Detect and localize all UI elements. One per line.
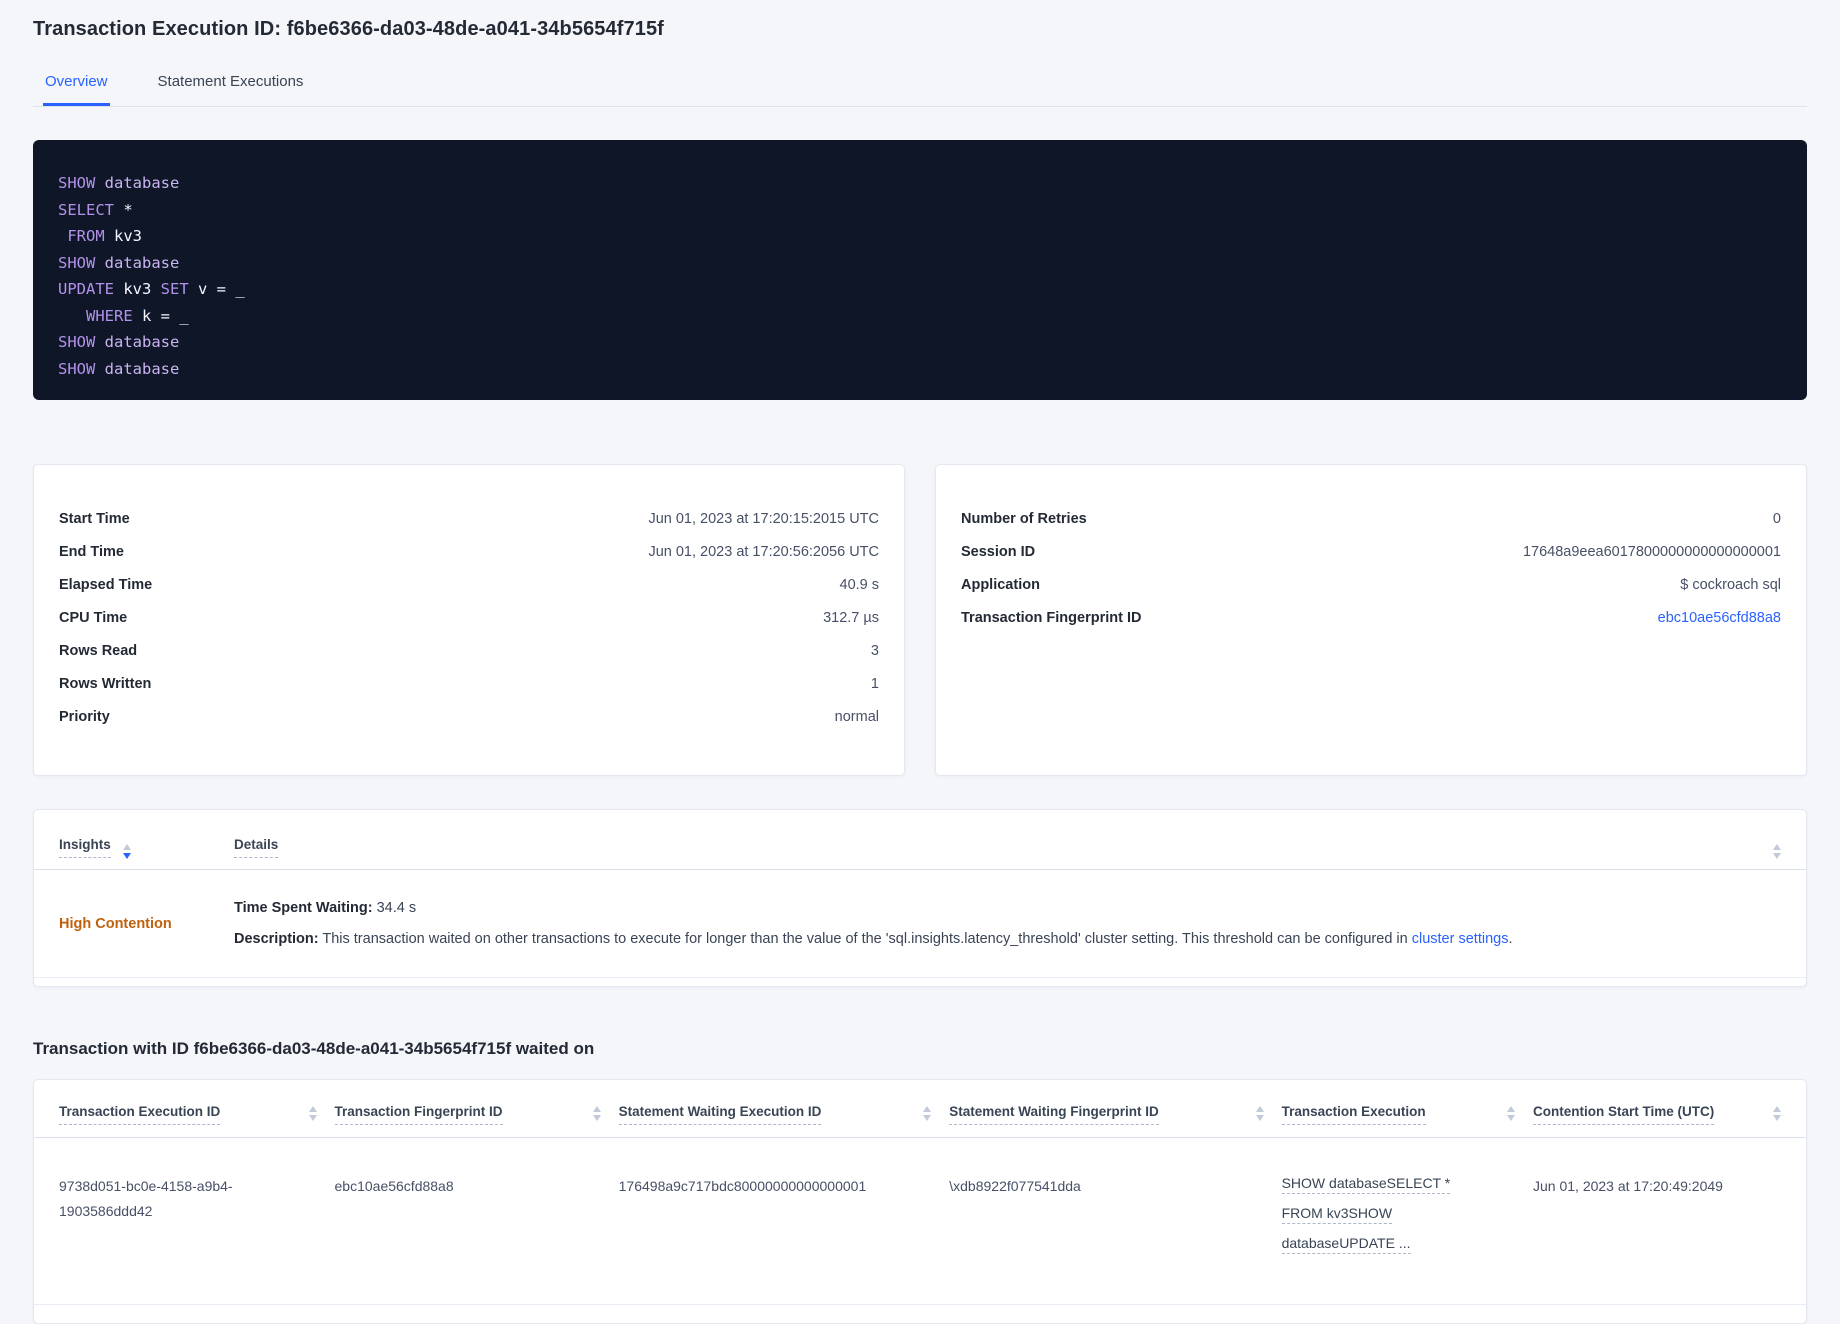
summary-label: Elapsed Time xyxy=(59,576,153,593)
summary-label: Priority xyxy=(59,708,110,725)
summary-value: 17648a9eea6017800000000000000001 xyxy=(1522,543,1781,560)
summary-value: normal xyxy=(834,708,879,725)
insights-column-header[interactable]: Insights xyxy=(59,836,234,859)
cell-statement-waiting-fingerprint-id: \xdb8922f077541dda xyxy=(949,1178,1081,1194)
summary-value: Jun 01, 2023 at 17:20:15:2015 UTC xyxy=(648,510,879,527)
column-header-transaction-execution-id[interactable]: Transaction Execution ID xyxy=(59,1104,335,1137)
waited-on-row: 9738d051-bc0e-4158-a9b4-1903586ddd42 ebc… xyxy=(34,1138,1806,1305)
sort-icon[interactable] xyxy=(122,844,131,859)
summary-value: $ cockroach sql xyxy=(1680,576,1781,593)
insights-table: Insights Details High Contention Time Sp… xyxy=(33,809,1807,987)
summary-label: End Time xyxy=(59,543,124,560)
insight-details: Time Spent Waiting: 34.4 s Description: … xyxy=(234,898,1781,949)
sort-icon[interactable] xyxy=(1255,1106,1264,1121)
cell-transaction-execution-id: 9738d051-bc0e-4158-a9b4-1903586ddd42 xyxy=(59,1178,233,1219)
insights-row: High Contention Time Spent Waiting: 34.4… xyxy=(34,870,1806,978)
summary-row-session-id: Session ID 17648a9eea6017800000000000000… xyxy=(961,535,1781,568)
sql-code-line: SHOW database xyxy=(58,359,180,378)
summary-card-right: Number of Retries 0 Session ID 17648a9ee… xyxy=(935,464,1807,776)
sql-code-line: UPDATE kv3 SET v = _ xyxy=(58,280,245,298)
summary-row-application: Application $ cockroach sql xyxy=(961,568,1781,601)
summary-value: 0 xyxy=(1772,510,1781,527)
summary-value: 312.7 µs xyxy=(823,609,879,626)
summary-row-retries: Number of Retries 0 xyxy=(961,502,1781,535)
waited-on-table: Transaction Execution ID Transaction Fin… xyxy=(33,1079,1807,1324)
sql-code-line: WHERE k = _ xyxy=(86,306,189,325)
sort-icon[interactable] xyxy=(1772,1106,1781,1121)
sql-code-line: FROM kv3 xyxy=(67,227,142,245)
sort-icon[interactable] xyxy=(1773,844,1781,859)
sort-icon[interactable] xyxy=(592,1106,601,1121)
waited-on-heading: Transaction with ID f6be6366-da03-48de-a… xyxy=(33,1039,595,1058)
tab-statement-executions[interactable]: Statement Executions xyxy=(156,65,306,106)
sql-code-line: SELECT * xyxy=(58,200,133,219)
cell-statement-waiting-execution-id: 176498a9c717bdc80000000000000001 xyxy=(618,1178,867,1194)
summary-row-transaction-fingerprint-id: Transaction Fingerprint ID ebc10ae56cfd8… xyxy=(961,601,1781,634)
page-title: Transaction Execution ID: f6be6366-da03-… xyxy=(33,18,664,40)
transaction-execution-page: Transaction Execution ID: f6be6366-da03-… xyxy=(0,0,1840,1324)
summary-label: Start Time xyxy=(59,510,130,527)
sql-code-line: SHOW database xyxy=(58,253,180,272)
column-header-transaction-fingerprint-id[interactable]: Transaction Fingerprint ID xyxy=(334,1104,619,1137)
sql-code-line: SHOW database xyxy=(58,174,180,192)
sort-icon[interactable] xyxy=(308,1106,317,1121)
insights-header-label: Insights xyxy=(59,837,111,858)
tab-overview[interactable]: Overview xyxy=(43,65,110,106)
sql-code-line: SHOW database xyxy=(58,333,180,351)
transaction-fingerprint-link[interactable]: ebc10ae56cfd88a8 xyxy=(1658,610,1781,626)
time-spent-waiting: Time Spent Waiting: 34.4 s xyxy=(234,900,417,916)
insight-description: Description: This transaction waited on … xyxy=(234,931,1513,947)
summary-row-start-time: Start Time Jun 01, 2023 at 17:20:15:2015… xyxy=(59,502,879,535)
cell-contention-start-time: Jun 01, 2023 at 17:20:49:2049 xyxy=(1533,1178,1723,1194)
summary-label: Transaction Fingerprint ID xyxy=(961,609,1142,626)
summary-row-rows-read: Rows Read 3 xyxy=(59,634,879,667)
cell-transaction-fingerprint-id: ebc10ae56cfd88a8 xyxy=(334,1178,454,1194)
insights-table-header: Insights Details xyxy=(34,810,1806,870)
summary-row-cpu-time: CPU Time 312.7 µs xyxy=(59,601,879,634)
summary-label: CPU Time xyxy=(59,609,128,626)
column-header-contention-start-time[interactable]: Contention Start Time (UTC) xyxy=(1533,1104,1781,1137)
summary-value: 3 xyxy=(870,642,879,659)
sql-code: SHOW database SELECT * FROM kv3 SHOW datab… xyxy=(58,170,1783,382)
sort-icon[interactable] xyxy=(1507,1106,1515,1121)
details-column-header[interactable]: Details xyxy=(234,836,279,858)
sort-icon[interactable] xyxy=(923,1106,932,1121)
insight-badge: High Contention xyxy=(59,915,172,932)
summary-row-end-time: End Time Jun 01, 2023 at 17:20:56:2056 U… xyxy=(59,535,879,568)
summary-label: Session ID xyxy=(961,543,1036,560)
column-header-statement-waiting-execution-id[interactable]: Statement Waiting Execution ID xyxy=(618,1104,950,1137)
summary-label: Number of Retries xyxy=(961,510,1087,527)
sql-statements-box: SHOW database SELECT * FROM kv3 SHOW datab… xyxy=(33,140,1807,400)
table-sort-control[interactable] xyxy=(1761,836,1781,859)
column-header-statement-waiting-fingerprint-id[interactable]: Statement Waiting Fingerprint ID xyxy=(949,1104,1281,1137)
summary-row-priority: Priority normal xyxy=(59,700,879,733)
waited-on-table-header: Transaction Execution ID Transaction Fin… xyxy=(34,1080,1806,1138)
summary-value: Jun 01, 2023 at 17:20:56:2056 UTC xyxy=(648,543,879,560)
summary-value: 1 xyxy=(870,675,879,692)
details-header-label: Details xyxy=(234,837,279,858)
cell-transaction-execution[interactable]: SHOW databaseSELECT * FROM kv3SHOW datab… xyxy=(1281,1174,1533,1264)
summary-label: Rows Written xyxy=(59,675,152,692)
summary-card-left: Start Time Jun 01, 2023 at 17:20:15:2015… xyxy=(33,464,905,776)
summary-cards-row: Start Time Jun 01, 2023 at 17:20:15:2015… xyxy=(33,464,1807,776)
tab-bar: Overview Statement Executions xyxy=(33,65,1807,107)
column-header-transaction-execution[interactable]: Transaction Execution xyxy=(1281,1104,1533,1137)
summary-row-elapsed-time: Elapsed Time 40.9 s xyxy=(59,568,879,601)
cluster-settings-link[interactable]: cluster settings xyxy=(1412,931,1509,947)
summary-value: 40.9 s xyxy=(839,576,880,593)
summary-label: Rows Read xyxy=(59,642,138,659)
summary-label: Application xyxy=(961,576,1040,593)
summary-row-rows-written: Rows Written 1 xyxy=(59,667,879,700)
